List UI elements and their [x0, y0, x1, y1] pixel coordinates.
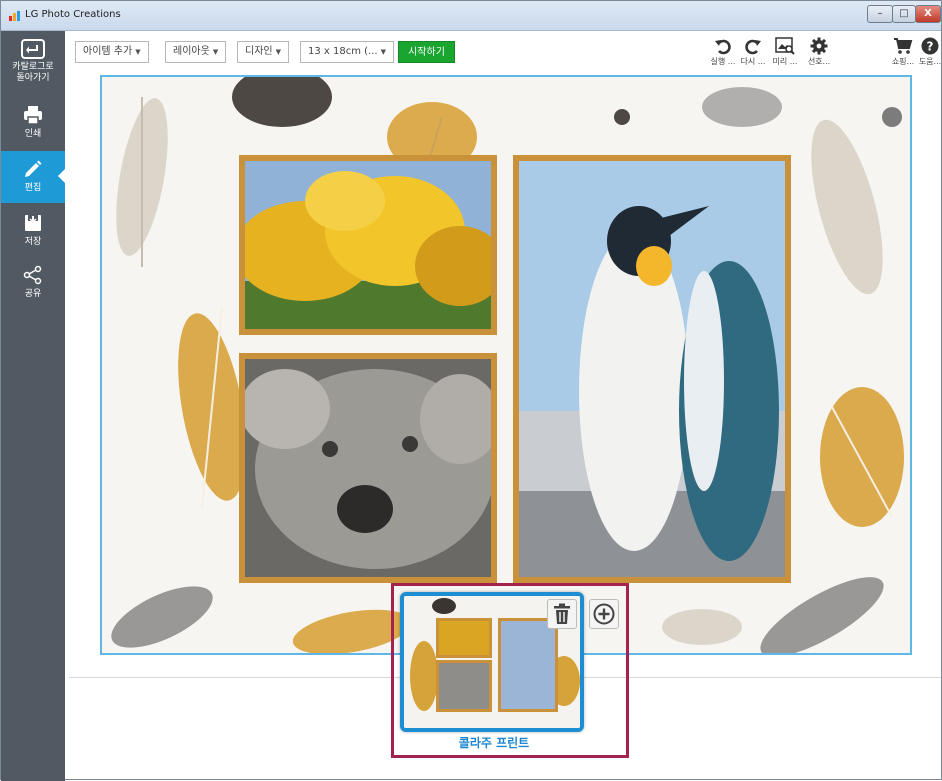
plus-circle-icon [593, 603, 615, 625]
sidebar: 카탈로그로 돌아가기 인쇄 편집 저장 공유 [1, 31, 65, 781]
toolbar: 아이템 추가 ▼ 레이아웃 ▼ 디자인 ▼ 13 x 18cm (... ▼ 시작하기 … [65, 31, 941, 73]
gear-icon [810, 37, 828, 55]
undo-icon [715, 39, 731, 55]
help-icon: ? [921, 37, 939, 55]
sidebar-item-label: 카탈로그로 돌아가기 [12, 62, 54, 83]
undo-button[interactable]: 실행 ... [707, 37, 739, 71]
preview-icon [775, 37, 795, 55]
save-icon [25, 215, 41, 231]
size-dropdown[interactable]: 13 x 18cm (... ▼ [300, 41, 394, 63]
sidebar-item-label: 편집 [24, 183, 42, 193]
window-title: LG Photo Creations [25, 9, 121, 20]
layout-dropdown[interactable]: 레이아웃 ▼ [165, 41, 227, 63]
cart-icon [894, 38, 913, 54]
start-button[interactable]: 시작하기 [398, 41, 455, 63]
maximize-button[interactable]: □ [892, 5, 916, 23]
redo-icon [745, 39, 761, 55]
chevron-down-icon: ▼ [135, 48, 141, 56]
design-dropdown[interactable]: 디자인 ▼ [237, 41, 289, 63]
sidebar-item-back[interactable]: 카탈로그로 돌아가기 [1, 37, 65, 95]
pencil-icon [25, 160, 42, 177]
trash-icon [554, 603, 570, 624]
shop-button[interactable]: 쇼핑... [887, 37, 919, 71]
sidebar-item-share[interactable]: 공유 [1, 259, 65, 311]
photo-koala[interactable] [239, 353, 497, 583]
svg-text:?: ? [927, 40, 934, 54]
photo-penguins[interactable] [513, 155, 791, 583]
help-label: 도움... [918, 57, 942, 66]
design-label: 디자인 [245, 46, 273, 57]
sidebar-item-save[interactable]: 저장 [1, 205, 65, 257]
title-bar[interactable]: LG Photo Creations – □ X [1, 1, 941, 31]
preview-label: 미리 ... [772, 57, 798, 66]
preferences-label: 선호... [807, 57, 831, 66]
sidebar-item-label: 인쇄 [24, 129, 42, 139]
sidebar-item-edit[interactable]: 편집 [1, 151, 65, 203]
app-logo-icon [9, 11, 21, 21]
delete-page-button[interactable] [547, 599, 577, 629]
app-window: LG Photo Creations – □ X 카탈로그로 돌아가기 인쇄 편… [0, 0, 942, 781]
thumbnail-label: 콜라주 프린트 [458, 736, 530, 750]
penguins-image [519, 161, 785, 577]
add-item-dropdown[interactable]: 아이템 추가 ▼ [75, 41, 149, 63]
sidebar-item-label: 저장 [24, 237, 42, 247]
editing-canvas[interactable] [100, 75, 912, 655]
add-item-label: 아이템 추가 [83, 46, 133, 57]
shop-label: 쇼핑... [891, 57, 915, 66]
redo-button[interactable]: 다시 ... [737, 37, 769, 71]
printer-icon [24, 106, 42, 125]
chevron-down-icon: ▼ [212, 48, 219, 56]
minimize-button[interactable]: – [867, 5, 893, 23]
redo-label: 다시 ... [740, 57, 766, 66]
add-page-button[interactable] [589, 599, 619, 629]
chevron-down-icon: ▼ [380, 48, 386, 56]
page-thumbnail-highlight: 콜라주 프린트 [391, 583, 629, 758]
koala-image [245, 359, 491, 577]
chevron-down-icon: ▼ [275, 48, 281, 56]
help-button[interactable]: ? 도움... [917, 37, 942, 71]
undo-label: 실행 ... [710, 57, 736, 66]
close-button[interactable]: X [915, 5, 941, 23]
back-arrow-icon [21, 39, 45, 59]
share-icon [23, 265, 42, 285]
yellow-flowers-image [245, 161, 491, 329]
sidebar-item-print[interactable]: 인쇄 [1, 97, 65, 149]
size-label: 13 x 18cm (... [308, 46, 378, 57]
sidebar-item-label: 공유 [24, 289, 42, 299]
preferences-button[interactable]: 선호... [803, 37, 835, 71]
photo-yellow-flowers[interactable] [239, 155, 497, 335]
preview-button[interactable]: 미리 ... [769, 37, 801, 71]
layout-label: 레이아웃 [173, 46, 210, 57]
